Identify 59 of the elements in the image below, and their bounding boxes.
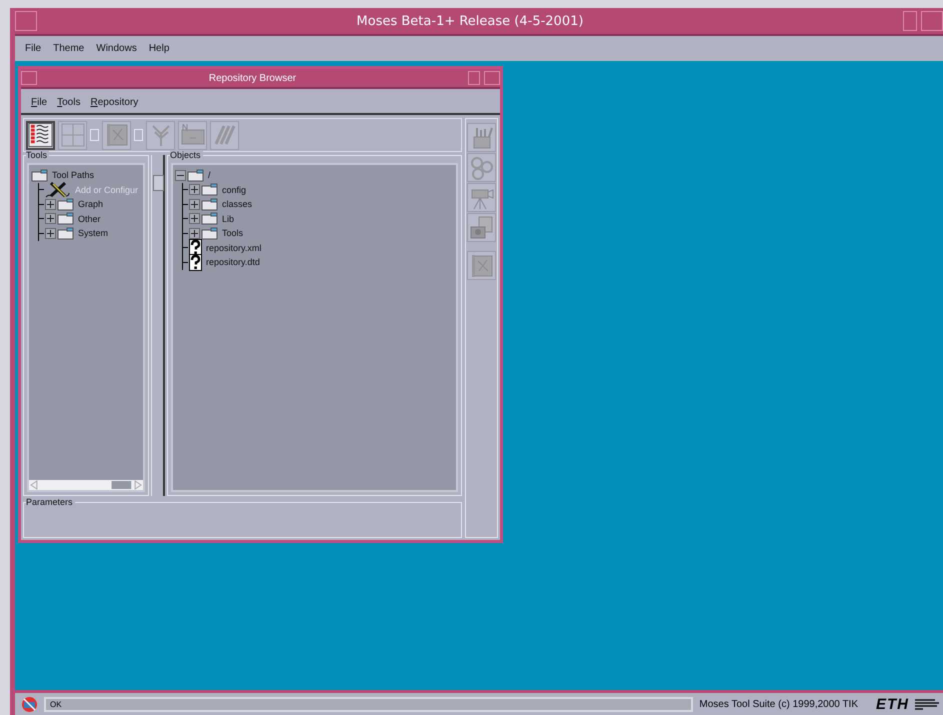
folder-icon (187, 168, 204, 182)
menu-item[interactable]: Tools (57, 96, 80, 108)
status-message: OK (44, 696, 694, 712)
expand-toggle[interactable] (45, 198, 56, 210)
tree-item[interactable]: classes (222, 199, 252, 210)
folder-icon (201, 212, 218, 226)
tree-item[interactable]: Graph (78, 199, 104, 210)
folder-icon (201, 198, 218, 211)
window-menu-button[interactable] (21, 71, 37, 85)
folder-icon (201, 183, 218, 196)
collapse-toggle[interactable] (175, 170, 186, 181)
minimize-button[interactable] (903, 11, 917, 31)
expand-toggle[interactable] (189, 198, 200, 210)
tree-item[interactable]: / (208, 170, 211, 180)
tree-item[interactable]: repository.dtd (206, 257, 260, 268)
expand-toggle[interactable] (189, 228, 200, 239)
tree-item[interactable]: System (78, 228, 108, 238)
horizontal-scrollbar[interactable] (29, 480, 143, 490)
tree-item[interactable]: Tool Paths (52, 170, 94, 180)
window-title: Repository Browser (208, 72, 298, 84)
logo-icon (915, 698, 939, 710)
tree-item[interactable]: Lib (222, 214, 234, 224)
menu-item[interactable]: Theme (53, 43, 84, 54)
window-menu-button[interactable] (15, 11, 37, 31)
split-handle[interactable] (151, 155, 165, 496)
tree-item[interactable]: Tools (222, 228, 244, 238)
logo-text: ETH (876, 696, 909, 712)
expand-toggle[interactable] (45, 213, 56, 224)
group-label: Objects (170, 150, 203, 160)
window-title: Moses Beta-1+ Release (4-5-2001) (356, 14, 584, 28)
group-label: Parameters (26, 497, 75, 507)
menu-item[interactable]: Windows (96, 43, 137, 54)
minimize-button[interactable] (468, 71, 480, 85)
copyright-text: Moses Tool Suite (c) 1999,2000 TIK (699, 698, 858, 710)
menu-item[interactable]: Repository (90, 96, 138, 108)
folder-icon (57, 226, 74, 240)
folder-icon (57, 198, 74, 211)
crossed-tools-icon (45, 181, 71, 198)
toolbar-button[interactable] (26, 120, 55, 150)
folder-icon (57, 212, 74, 226)
toolbar-separator (90, 129, 99, 141)
expand-toggle[interactable] (189, 184, 200, 196)
maximize-button[interactable] (484, 71, 500, 85)
expand-toggle[interactable] (189, 213, 200, 224)
tree-item[interactable]: repository.xml (206, 242, 262, 253)
gears-icon (468, 154, 494, 180)
folder-icon (201, 226, 218, 240)
tree-item[interactable]: config (222, 184, 246, 195)
toolbar-separator (134, 129, 143, 141)
maximize-button[interactable] (921, 11, 943, 31)
list-icon (28, 122, 53, 148)
menu-item[interactable]: File (31, 96, 48, 108)
group-label: Tools (26, 150, 50, 160)
menu-item[interactable]: File (25, 43, 42, 54)
folder-icon (31, 168, 48, 182)
tree-item[interactable]: Other (78, 214, 101, 224)
menu-item[interactable]: Help (148, 43, 170, 54)
stop-icon (21, 696, 38, 712)
expand-toggle[interactable] (45, 228, 56, 239)
